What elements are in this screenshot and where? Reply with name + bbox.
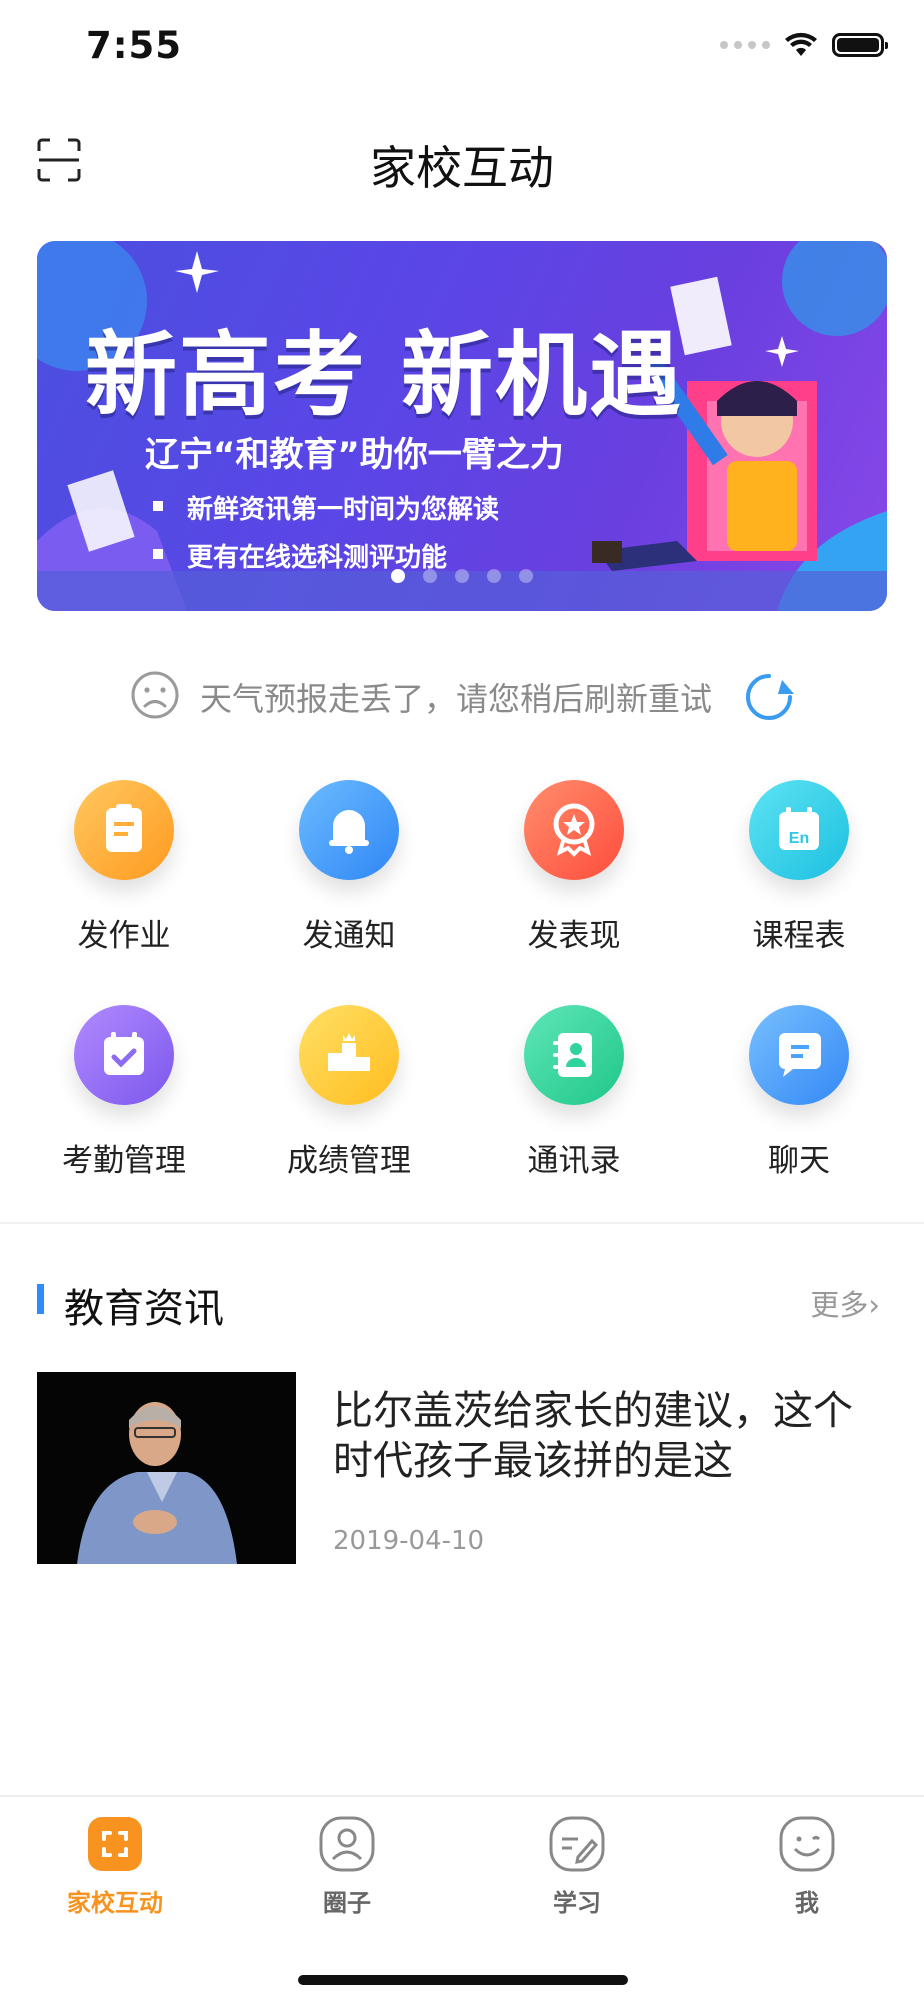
more-label: 更多	[810, 1288, 869, 1322]
news-thumbnail	[37, 1372, 296, 1564]
chevron-right-icon: ›	[868, 1288, 880, 1322]
section-divider	[0, 1222, 924, 1224]
section-title: 教育资讯	[64, 1286, 224, 1332]
calendar-en-icon: En	[749, 780, 849, 880]
smile-icon	[778, 1815, 836, 1873]
banner-headline: 新高考 新机遇	[85, 322, 684, 429]
tab-label: 学习	[553, 1889, 601, 1917]
carousel-dot[interactable]	[423, 569, 437, 583]
refresh-icon[interactable]	[742, 670, 796, 724]
chat-icon	[749, 1005, 849, 1105]
sad-face-icon	[131, 671, 179, 719]
weather-message: 天气预报走丢了，请您稍后刷新重试	[200, 680, 713, 718]
tab-bar: 家校互动 圈子 学习 我	[0, 1795, 924, 2002]
homework-icon	[74, 780, 174, 880]
edit-note-icon	[548, 1815, 606, 1873]
grid-item-label: 课程表	[752, 918, 846, 954]
more-link[interactable]: 更多›	[810, 1282, 880, 1324]
grid-item-homework[interactable]: 发作业	[44, 780, 204, 955]
battery-icon	[832, 33, 888, 57]
grid-item-chat[interactable]: 聊天	[719, 1005, 879, 1180]
home-indicator	[298, 1975, 628, 1985]
news-date: 2019-04-10	[333, 1526, 485, 1556]
carousel-dot[interactable]	[455, 569, 469, 583]
wifi-icon	[785, 32, 817, 56]
home-school-icon	[86, 1815, 144, 1873]
news-list-item[interactable]: 比尔盖茨给家长的建议，这个时代孩子最该拼的是这 2019-04-10	[37, 1372, 887, 1564]
tab-home-school[interactable]: 家校互动	[45, 1815, 185, 1918]
section-accent-bar	[37, 1284, 44, 1314]
banner-bullet: 新鲜资讯第一时间为您解读	[152, 489, 499, 526]
grid-item-label: 成绩管理	[287, 1143, 411, 1179]
news-section-header: 教育资讯 更多›	[0, 1270, 924, 1334]
status-time: 7:55	[86, 24, 183, 67]
grid-item-performance[interactable]: 发表现	[494, 780, 654, 955]
tab-label: 圈子	[323, 1889, 371, 1917]
status-bar: 7:55	[0, 0, 924, 100]
tab-label: 家校互动	[67, 1889, 163, 1917]
grid-item-contacts[interactable]: 通讯录	[494, 1005, 654, 1180]
weather-notice: 天气预报走丢了，请您稍后刷新重试	[0, 664, 924, 724]
signal-icon	[720, 41, 770, 49]
grid-item-label: 发表现	[527, 918, 621, 954]
page-title: 家校互动	[370, 141, 554, 195]
carousel-dot[interactable]	[391, 569, 405, 583]
carousel-dots	[37, 569, 887, 583]
contacts-icon	[524, 1005, 624, 1105]
news-title: 比尔盖茨给家长的建议，这个时代孩子最该拼的是这	[333, 1388, 853, 1484]
calendar-check-icon	[74, 1005, 174, 1105]
banner-subtitle: 辽宁“和教育”助你一臂之力	[145, 435, 564, 475]
grid-item-label: 发作业	[77, 918, 171, 954]
grid-item-attendance[interactable]: 考勤管理	[44, 1005, 204, 1180]
tab-label: 我	[795, 1889, 819, 1917]
podium-icon	[299, 1005, 399, 1105]
carousel-dot[interactable]	[519, 569, 533, 583]
status-indicators	[720, 32, 888, 58]
profile-circle-icon	[318, 1815, 376, 1873]
tab-study[interactable]: 学习	[507, 1815, 647, 1918]
carousel-dot[interactable]	[487, 569, 501, 583]
grid-item-grades[interactable]: 成绩管理	[269, 1005, 429, 1180]
promo-banner[interactable]: 新高考 新机遇 辽宁“和教育”助你一臂之力 新鲜资讯第一时间为您解读 更有在线选…	[37, 241, 887, 611]
nav-bar: 家校互动	[0, 110, 924, 210]
grid-item-timetable[interactable]: En 课程表	[719, 780, 879, 955]
grid-item-label: 发通知	[302, 918, 396, 954]
medal-icon	[524, 780, 624, 880]
grid-item-label: 聊天	[768, 1143, 830, 1179]
bell-icon	[299, 780, 399, 880]
grid-item-label: 考勤管理	[62, 1143, 186, 1179]
grid-item-notice[interactable]: 发通知	[269, 780, 429, 955]
tab-circle[interactable]: 圈子	[277, 1815, 417, 1918]
tab-me[interactable]: 我	[737, 1815, 877, 1918]
svg-text:En: En	[789, 830, 809, 847]
grid-item-label: 通讯录	[527, 1143, 621, 1179]
